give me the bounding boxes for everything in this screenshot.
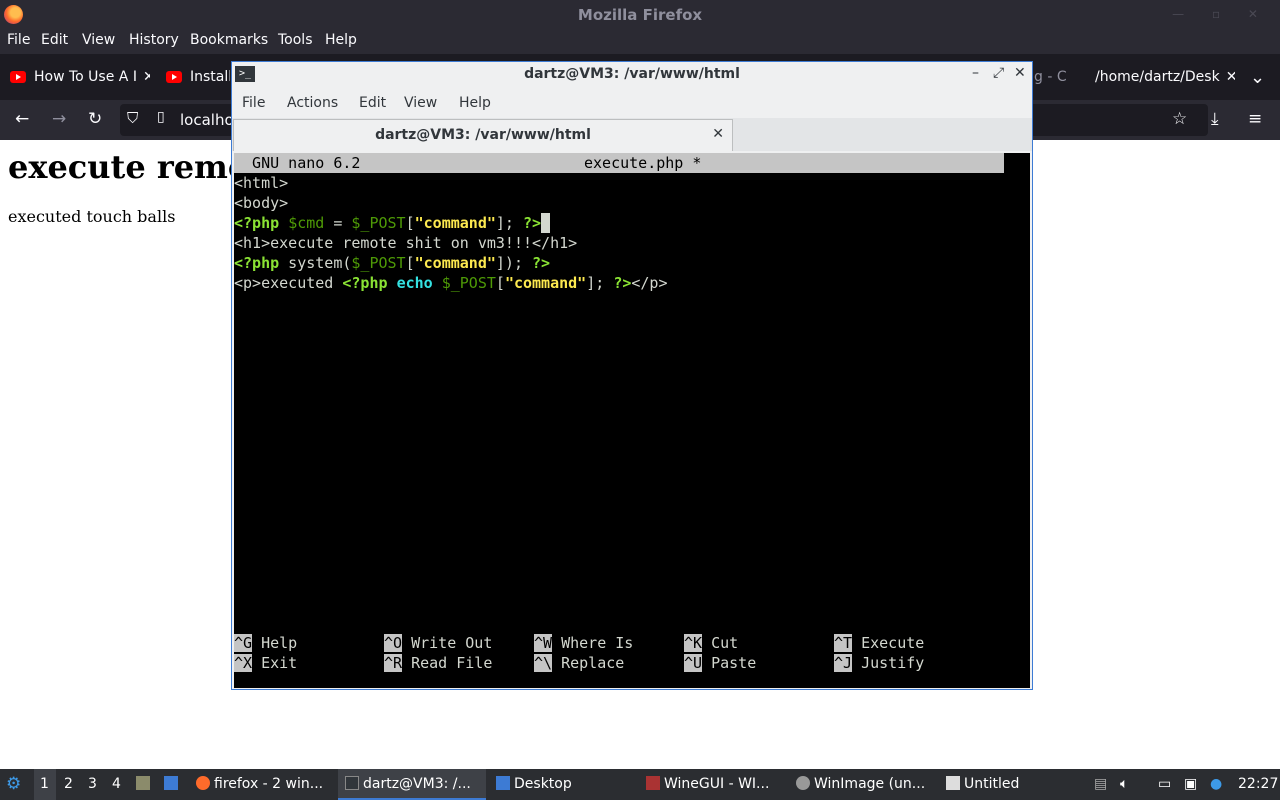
browser-tab[interactable]: How To Use A I ✕ (10, 54, 150, 100)
start-menu-icon[interactable]: ⚙ (6, 774, 21, 794)
app-menu-icon[interactable]: ≡ (1248, 109, 1262, 129)
taskbar-item-terminal[interactable]: dartz@VM3: /... (345, 776, 471, 792)
bookmark-star-icon[interactable]: ☆ (1172, 109, 1187, 129)
window-controls[interactable]: — ▫ ✕ (1172, 7, 1270, 21)
volume-icon[interactable]: 🔈︎ (1120, 776, 1128, 792)
firefox-titlebar: Mozilla Firefox — ▫ ✕ (0, 0, 1280, 29)
maximize-icon[interactable]: ⤢ (993, 65, 1004, 81)
taskbar-item-firefox[interactable]: firefox - 2 win... (196, 776, 323, 792)
menu-edit[interactable]: Edit (41, 32, 68, 48)
menu-view[interactable]: View (82, 32, 115, 48)
shortcut-justify: ^J Justify (834, 654, 925, 672)
url-text[interactable]: localho (180, 111, 234, 129)
terminal-titlebar[interactable]: >_ dartz@VM3: /var/www/html – ⤢ ✕ (232, 62, 1032, 88)
shortcut-execute: ^T Execute (834, 634, 925, 652)
nano-version: GNU nano 6.2 (234, 154, 361, 172)
code-line[interactable]: <html> (234, 173, 288, 193)
shortcut-help: ^G Help (234, 634, 298, 652)
youtube-icon (10, 71, 26, 83)
menu-help[interactable]: Help (325, 32, 357, 48)
text-cursor (541, 213, 551, 233)
shortcut-exit: ^X Exit (234, 654, 298, 672)
terminal-window[interactable]: >_ dartz@VM3: /var/www/html – ⤢ ✕ File A… (231, 61, 1033, 690)
menu-bookmarks[interactable]: Bookmarks (190, 32, 268, 48)
code-line[interactable]: <h1>execute remote shit on vm3!!!</h1> (234, 233, 577, 253)
terminal-menu-edit[interactable]: Edit (359, 95, 386, 111)
firefox-menubar: File Edit View History Bookmarks Tools H… (0, 29, 1280, 54)
shortcut-paste: ^U Paste (684, 654, 757, 672)
taskbar-item-winimage[interactable]: WinImage (un... (796, 776, 925, 792)
youtube-icon (166, 71, 182, 83)
code-line[interactable]: <?php $cmd = $_POST["command"]; ?> (234, 213, 551, 233)
window-title: Mozilla Firefox (577, 6, 703, 24)
terminal-menubar: File Actions Edit View Help (232, 88, 1032, 118)
terminal-menu-view[interactable]: View (404, 95, 437, 111)
close-tab-icon[interactable]: ✕ (712, 126, 724, 142)
shield-icon[interactable]: ⛉ (127, 109, 138, 127)
close-tab-icon[interactable]: ✕ (1073, 69, 1074, 85)
update-icon[interactable]: ● (1210, 776, 1222, 792)
terminal-menu-help[interactable]: Help (459, 95, 491, 111)
terminal-menu-actions[interactable]: Actions (287, 95, 338, 111)
taskbar-item-desktop[interactable]: Desktop (496, 776, 572, 792)
code-line[interactable]: <p>executed <?php echo $_POST["command"]… (234, 273, 668, 293)
taskbar: ⚙ 1 2 3 4 firefox - 2 win... dartz@VM3: … (0, 769, 1280, 800)
terminal-menu-file[interactable]: File (242, 95, 265, 111)
terminal-screen[interactable]: GNU nano 6.2 execute.php * <html> <body> … (234, 153, 1030, 688)
clock[interactable]: 22:27 (1238, 776, 1278, 792)
network-icon[interactable]: ▣ (1184, 776, 1197, 792)
terminal-tabbar: dartz@VM3: /var/www/html ✕ (232, 118, 1032, 151)
shortcut-cut: ^K Cut (684, 634, 739, 652)
browser-tab[interactable]: /home/dartz/Desk ✕ (1095, 54, 1235, 100)
forward-icon[interactable]: → (52, 109, 66, 129)
downloads-icon[interactable]: ⤓ (1211, 109, 1219, 129)
shortcut-read-file: ^R Read File (384, 654, 493, 672)
workspace-1[interactable]: 1 (40, 776, 49, 792)
file-manager-icon[interactable] (136, 776, 154, 792)
tab-label: g - C (1034, 69, 1067, 85)
shortcut-write-out: ^O Write Out (384, 634, 493, 652)
workspace-2[interactable]: 2 (64, 776, 73, 792)
minimize-icon[interactable]: – (972, 65, 979, 81)
reload-icon[interactable]: ↻ (88, 109, 102, 129)
shortcut-replace: ^\ Replace (534, 654, 625, 672)
show-desktop-icon[interactable] (164, 776, 182, 792)
tab-label: /home/dartz/Desk (1095, 69, 1220, 85)
nano-filename: execute.php * (584, 154, 702, 172)
shortcut-where-is: ^W Where Is (534, 634, 634, 652)
tab-label: How To Use A I (34, 69, 137, 85)
clipboard-icon[interactable]: ▭ (1158, 776, 1171, 792)
code-line[interactable]: <?php system($_POST["command"]); ?> (234, 253, 550, 273)
taskbar-item-untitled[interactable]: Untitled (946, 776, 1019, 792)
close-tab-icon[interactable]: ✕ (143, 69, 150, 85)
taskbar-item-winegui[interactable]: WineGUI - WI... (646, 776, 769, 792)
new-tab-icon[interactable]: ⌄ (1250, 54, 1270, 100)
terminal-tab-label: dartz@VM3: /var/www/html (375, 127, 591, 143)
terminal-tab[interactable]: dartz@VM3: /var/www/html ✕ (233, 119, 733, 151)
menu-tools[interactable]: Tools (278, 32, 313, 48)
terminal-title: dartz@VM3: /var/www/html (524, 66, 740, 82)
tray-arrow-icon[interactable]: ▤ (1094, 776, 1107, 792)
menu-history[interactable]: History (129, 32, 179, 48)
close-icon[interactable]: ✕ (1014, 65, 1026, 81)
nano-header: GNU nano 6.2 execute.php * (234, 153, 1004, 173)
close-tab-icon[interactable]: ✕ (1226, 69, 1235, 85)
workspace-4[interactable]: 4 (112, 776, 121, 792)
page-icon: ▯ (157, 109, 165, 125)
page-paragraph: executed touch balls (8, 207, 176, 226)
back-icon[interactable]: ← (15, 109, 29, 129)
code-line[interactable]: <body> (234, 193, 288, 213)
browser-tab[interactable]: g - C ✕ (1034, 54, 1074, 100)
workspace-3[interactable]: 3 (88, 776, 97, 792)
page-heading: execute remo (8, 148, 250, 186)
tab-label: Installi (190, 69, 230, 85)
menu-file[interactable]: File (7, 32, 30, 48)
browser-tab[interactable]: Installi (166, 54, 230, 100)
